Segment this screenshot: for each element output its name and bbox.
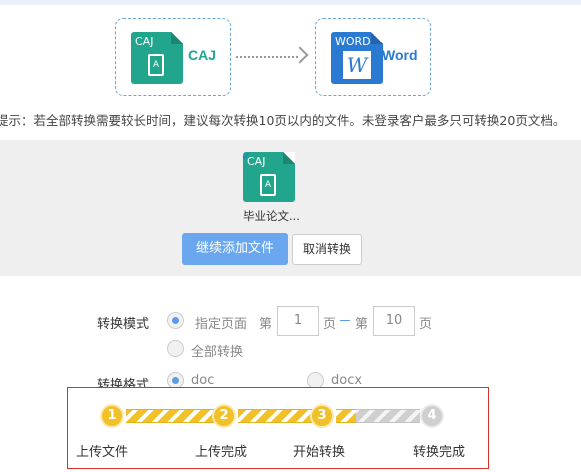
progress-segment-2 [238,409,312,423]
step-2-badge: 2 [212,404,236,428]
progress-segment-3-done [336,409,356,423]
progress-segment-3-pending [356,409,420,423]
step-1-label: 上传文件 [76,445,129,460]
book-icon-letter: A [264,180,272,190]
progress-steps: 1 2 3 4 上传文件 上传完成 开始转换 转换完成 [67,387,489,469]
book-icon-letter: A [152,60,160,70]
step-3-label: 开始转换 [293,445,346,460]
target-format-card: WORD W Word [315,18,431,96]
conversion-mode-label: 转换模式 [97,317,150,332]
cancel-conversion-button[interactable]: 取消转换 [292,234,362,265]
book-icon: A [260,174,276,196]
page-from-prefix: 第 [259,317,273,332]
target-format-label: Word [382,47,418,63]
word-w-glyph: W [343,51,371,79]
caj-icon-tag: CAJ [135,35,154,48]
format-doc-label: doc [191,373,215,388]
upload-panel: CAJ A ✓ 毕业论文... 继续添加文件 取消转换 [0,140,581,276]
flow-dotted-line [236,56,298,58]
source-format-card: CAJ A CAJ [115,18,231,96]
step-4-label: 转换完成 [413,445,466,460]
format-docx-label: docx [331,373,363,388]
page-from-suffix: 页 [323,317,337,332]
add-more-files-button[interactable]: 继续添加文件 [182,233,288,265]
step-2-label: 上传完成 [195,445,248,460]
step-3-badge: 3 [310,404,334,428]
conversion-tip: 提示：若全部转换需要较长时间，建议每次转换10页以内的文件。未登录客户最多只可转… [0,113,566,128]
word-file-icon: WORD W [331,32,383,84]
page-from-input[interactable]: 1 [277,306,319,336]
top-strip [0,0,581,5]
mode-specific-radio[interactable] [167,312,184,329]
mode-all-radio[interactable] [167,340,184,357]
caj-file-icon: CAJ A [131,32,183,84]
mode-all-label: 全部转换 [191,345,244,360]
range-dash [340,320,350,321]
progress-segment-1 [126,409,214,423]
word-icon-tag: WORD [335,35,371,48]
page-to-prefix: 第 [355,317,369,332]
mode-specific-label: 指定页面 [195,317,248,332]
uploaded-file[interactable]: CAJ A ✓ [241,149,295,202]
uploaded-file-name: 毕业论文... [243,209,300,223]
page-to-suffix: 页 [419,317,433,332]
book-icon: A [148,54,164,76]
step-4-badge: 4 [420,404,444,428]
check-icon: ✓ [241,149,252,163]
source-format-label: CAJ [188,47,217,63]
step-1-badge: 1 [100,404,124,428]
page-to-input[interactable]: 10 [373,306,415,336]
chevron-right-icon [291,46,309,64]
